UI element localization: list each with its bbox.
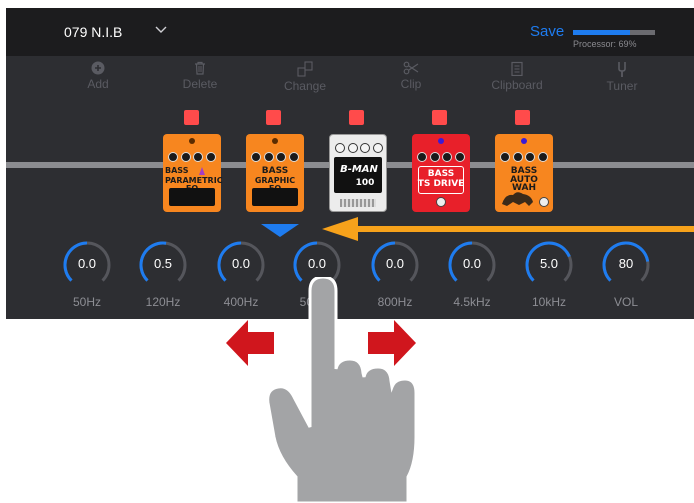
knob-50hz[interactable]: 0.0 (63, 241, 111, 289)
knob-value: 80 (618, 256, 634, 271)
knob-vol[interactable]: 80 (602, 241, 650, 289)
knob-label-120hz: 120Hz (145, 295, 181, 309)
hand-gesture-icon (268, 277, 418, 503)
knob-label-50hz: 50Hz (72, 295, 101, 309)
knob-value: 0.0 (231, 256, 251, 271)
knob-label-vol: VOL (613, 295, 638, 309)
knob-value: 0.0 (462, 256, 482, 271)
knob-120hz[interactable]: 0.5 (139, 241, 187, 289)
app-window: 079 N.I.B Save Processor: 69% Add Delete… (6, 8, 694, 319)
knob-10khz[interactable]: 5.0 (525, 241, 573, 289)
knob-value: 5.0 (539, 256, 559, 271)
knob-400hz[interactable]: 0.0 (217, 241, 265, 289)
knob-value: 0.0 (307, 256, 327, 271)
knob-label-400hz: 400Hz (223, 295, 259, 309)
knob-value: 0.0 (77, 256, 97, 271)
knob-label-10khz: 10kHz (531, 295, 566, 309)
knob-value: 0.5 (153, 256, 173, 271)
knob-value: 0.0 (385, 256, 405, 271)
knob-4-5khz[interactable]: 0.0 (448, 241, 496, 289)
knob-label-4-5khz: 4.5kHz (453, 295, 491, 309)
